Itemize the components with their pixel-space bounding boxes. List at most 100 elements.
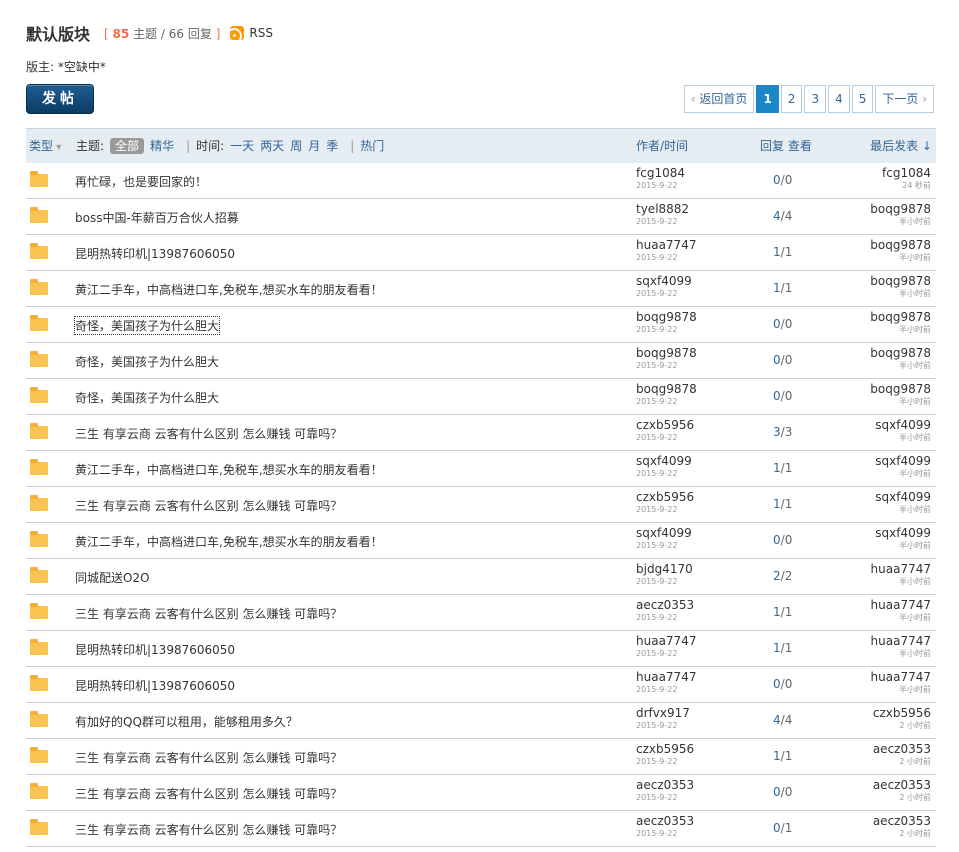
thread-subject[interactable]: 黄江二手车，中高档进口车,免税车,想买水车的朋友看看！ — [75, 533, 383, 550]
reply-view-count: 1/1 — [773, 461, 792, 475]
filter-one-day[interactable]: 一天 — [230, 129, 254, 163]
author-link[interactable]: czxb5956 — [636, 418, 694, 432]
author-link[interactable]: aecz0353 — [636, 814, 694, 828]
author-link[interactable]: czxb5956 — [636, 490, 694, 504]
last-post-user[interactable]: boqg9878 — [870, 238, 931, 252]
reply-view-column[interactable]: 回复 查看 — [760, 129, 812, 163]
thread-subject[interactable]: 昆明热转印机|13987606050 — [75, 641, 235, 658]
last-post-column[interactable]: 最后发表 — [870, 129, 932, 163]
last-post-user[interactable]: huaa7747 — [871, 670, 931, 684]
thread-subject[interactable]: 黄江二手车，中高档进口车,免税车,想买水车的朋友看看！ — [75, 281, 383, 298]
thread-subject[interactable]: 同城配送O2O — [75, 569, 150, 586]
folder-icon — [30, 567, 48, 583]
folder-icon — [30, 495, 48, 511]
last-post-user[interactable]: sqxf4099 — [875, 418, 931, 432]
last-post-user[interactable]: sqxf4099 — [875, 490, 931, 504]
thread-author: aecz0353 2015-9-22 — [636, 598, 694, 623]
author-link[interactable]: aecz0353 — [636, 598, 694, 612]
stats-open-bracket: [ — [104, 26, 109, 41]
thread-author: bjdg4170 2015-9-22 — [636, 562, 693, 587]
last-post-user[interactable]: sqxf4099 — [875, 526, 931, 540]
filter-month[interactable]: 月 — [308, 129, 320, 163]
filter-season[interactable]: 季 — [326, 129, 338, 163]
last-post-user[interactable]: huaa7747 — [871, 598, 931, 612]
last-post-time: 半小时前 — [899, 613, 931, 622]
author-link[interactable]: boqg9878 — [636, 310, 697, 324]
thread-subject[interactable]: 奇怪，美国孩子为什么胆大 — [75, 389, 219, 406]
view-count-cell: 3 — [784, 425, 793, 439]
next-page-link[interactable]: 下一页 — [875, 85, 934, 113]
last-post-user[interactable]: boqg9878 — [870, 310, 931, 324]
thread-subject[interactable]: 昆明热转印机|13987606050 — [75, 245, 235, 262]
last-post-user[interactable]: czxb5956 — [873, 706, 931, 720]
last-post-user[interactable]: boqg9878 — [870, 202, 931, 216]
thread-row: 三生 有享云商 云客有什么区别 怎么赚钱 可靠吗？ czxb5956 2015-… — [26, 415, 936, 451]
last-post-user[interactable]: boqg9878 — [870, 274, 931, 288]
page-link[interactable]: 2 — [780, 85, 803, 113]
author-link[interactable]: huaa7747 — [636, 670, 696, 684]
last-post-user[interactable]: huaa7747 — [871, 634, 931, 648]
thread-subject[interactable]: 三生 有享云商 云客有什么区别 怎么赚钱 可靠吗？ — [75, 605, 342, 622]
page-link[interactable]: 3 — [804, 85, 827, 113]
last-post-user[interactable]: fcg1084 — [882, 166, 931, 180]
post-date: 2015-9-22 — [636, 541, 678, 550]
view-count-cell: 1 — [784, 641, 793, 655]
reply-count-cell: 2 — [773, 569, 781, 583]
author-link[interactable]: huaa7747 — [636, 238, 696, 252]
last-post-user[interactable]: sqxf4099 — [875, 454, 931, 468]
new-post-button[interactable]: 发帖 — [26, 84, 94, 114]
type-filter[interactable]: 类型 — [29, 129, 61, 165]
filter-week[interactable]: 周 — [290, 129, 302, 163]
filter-digest[interactable]: 精华 — [150, 129, 174, 163]
filter-all[interactable]: 全部 — [110, 138, 145, 154]
rss-link[interactable]: RSS — [230, 26, 273, 40]
author-link[interactable]: drfvx917 — [636, 706, 690, 720]
thread-subject[interactable]: 三生 有享云商 云客有什么区别 怎么赚钱 可靠吗？ — [75, 821, 342, 838]
thread-subject[interactable]: 奇怪，美国孩子为什么胆大 — [75, 353, 219, 370]
last-post-user[interactable]: aecz0353 — [873, 778, 931, 792]
author-link[interactable]: sqxf4099 — [636, 526, 692, 540]
post-date: 2015-9-22 — [636, 793, 678, 802]
filter-hot[interactable]: 热门 — [360, 129, 384, 163]
reply-view-count: 1/1 — [773, 245, 792, 259]
reply-view-count: 0/0 — [773, 533, 792, 547]
thread-subject[interactable]: 三生 有享云商 云客有什么区别 怎么赚钱 可靠吗？ — [75, 749, 342, 766]
last-post-user[interactable]: aecz0353 — [873, 814, 931, 828]
view-count-cell: 0 — [784, 533, 793, 547]
author-link[interactable]: bjdg4170 — [636, 562, 693, 576]
last-post-user[interactable]: aecz0353 — [873, 742, 931, 756]
thread-subject[interactable]: 奇怪，美国孩子为什么胆大 — [73, 316, 221, 335]
folder-icon — [30, 711, 48, 727]
filter-two-days[interactable]: 两天 — [260, 129, 284, 163]
author-link[interactable]: sqxf4099 — [636, 454, 692, 468]
page-link[interactable]: 5 — [851, 85, 874, 113]
last-post: boqg9878 半小时前 — [870, 202, 931, 227]
thread-subject[interactable]: 有加好的QQ群可以租用，能够租用多久？ — [75, 713, 298, 730]
reply-count-cell: 1 — [773, 605, 781, 619]
author-link[interactable]: boqg9878 — [636, 346, 697, 360]
author-time-column[interactable]: 作者/时间 — [636, 129, 688, 163]
thread-subject[interactable]: 黄江二手车，中高档进口车,免税车,想买水车的朋友看看！ — [75, 461, 383, 478]
last-post-user[interactable]: huaa7747 — [871, 562, 931, 576]
last-post-user[interactable]: boqg9878 — [870, 382, 931, 396]
author-link[interactable]: sqxf4099 — [636, 274, 692, 288]
author-link[interactable]: huaa7747 — [636, 634, 696, 648]
thread-subject[interactable]: 三生 有享云商 云客有什么区别 怎么赚钱 可靠吗？ — [75, 497, 342, 514]
thread-subject[interactable]: 三生 有享云商 云客有什么区别 怎么赚钱 可靠吗？ — [75, 785, 342, 802]
thread-subject[interactable]: 三生 有享云商 云客有什么区别 怎么赚钱 可靠吗？ — [75, 425, 342, 442]
thread-subject[interactable]: 再忙碌，也是要回家的！ — [75, 173, 207, 190]
author-link[interactable]: czxb5956 — [636, 742, 694, 756]
thread-author: drfvx917 2015-9-22 — [636, 706, 690, 731]
page-link[interactable]: 4 — [828, 85, 850, 113]
author-link[interactable]: fcg1084 — [636, 166, 685, 180]
folder-icon — [30, 171, 48, 187]
back-to-home-link[interactable]: 返回首页 — [683, 85, 755, 113]
last-post-time: 半小时前 — [899, 469, 931, 478]
last-post-user[interactable]: boqg9878 — [870, 346, 931, 360]
thread-subject[interactable]: 昆明热转印机|13987606050 — [75, 677, 235, 694]
author-link[interactable]: tyel8882 — [636, 202, 689, 216]
author-link[interactable]: aecz0353 — [636, 778, 694, 792]
thread-subject[interactable]: boss中国-年薪百万合伙人招募 — [75, 209, 239, 226]
folder-icon — [30, 747, 48, 763]
author-link[interactable]: boqg9878 — [636, 382, 697, 396]
